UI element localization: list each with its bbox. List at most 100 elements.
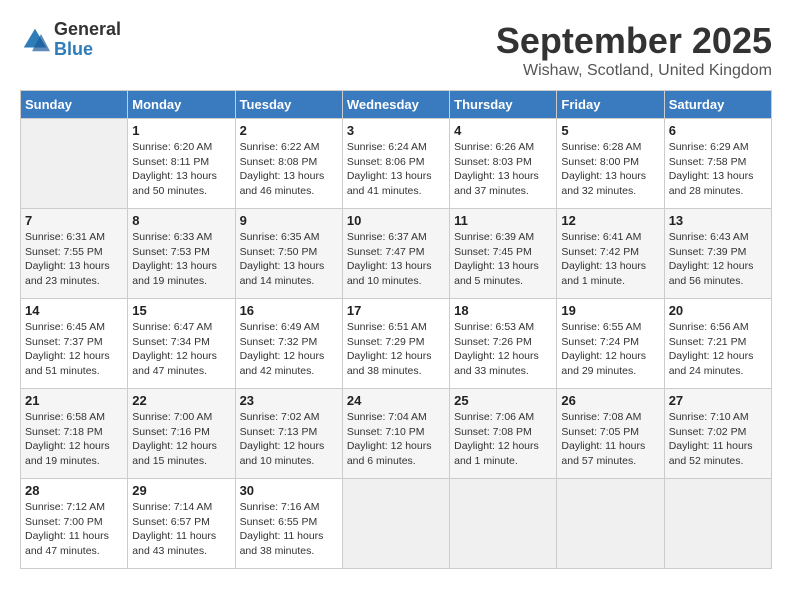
logo-blue: Blue: [54, 40, 121, 60]
calendar-cell: 9Sunrise: 6:35 AMSunset: 7:50 PMDaylight…: [235, 209, 342, 299]
day-info: Sunrise: 6:53 AMSunset: 7:26 PMDaylight:…: [454, 320, 552, 379]
calendar-cell: [450, 479, 557, 569]
day-info: Sunrise: 7:02 AMSunset: 7:13 PMDaylight:…: [240, 410, 338, 469]
day-info: Sunrise: 6:58 AMSunset: 7:18 PMDaylight:…: [25, 410, 123, 469]
day-info: Sunrise: 6:45 AMSunset: 7:37 PMDaylight:…: [25, 320, 123, 379]
calendar-cell: [557, 479, 664, 569]
day-info: Sunrise: 6:24 AMSunset: 8:06 PMDaylight:…: [347, 140, 445, 199]
day-info: Sunrise: 6:56 AMSunset: 7:21 PMDaylight:…: [669, 320, 767, 379]
day-number: 18: [454, 303, 552, 318]
calendar-cell: 1 Sunrise: 6:20 AMSunset: 8:11 PMDaylight…: [128, 119, 235, 209]
calendar-cell: [664, 479, 771, 569]
calendar-cell: 29Sunrise: 7:14 AMSunset: 6:57 PMDayligh…: [128, 479, 235, 569]
calendar-cell: [342, 479, 449, 569]
calendar-cell: 22 Sunrise: 7:00 AMSunset: 7:16 PMDayligh…: [128, 389, 235, 479]
day-number: 11: [454, 213, 552, 228]
weekday-header-thursday: Thursday: [450, 91, 557, 119]
day-number: 26: [561, 393, 659, 408]
day-info: Sunrise: 6:31 AMSunset: 7:55 PMDaylight:…: [25, 230, 123, 289]
weekday-header-sunday: Sunday: [21, 91, 128, 119]
page-header: General Blue September 2025 Wishaw, Scot…: [20, 20, 772, 80]
weekday-header-monday: Monday: [128, 91, 235, 119]
calendar-cell: 3 Sunrise: 6:24 AMSunset: 8:06 PMDaylight…: [342, 119, 449, 209]
day-number: 28: [25, 483, 123, 498]
weekday-header-tuesday: Tuesday: [235, 91, 342, 119]
day-info: Sunrise: 6:33 AMSunset: 7:53 PMDaylight:…: [132, 230, 230, 289]
day-info: Sunrise: 6:55 AMSunset: 7:24 PMDaylight:…: [561, 320, 659, 379]
day-info: Sunrise: 6:49 AMSunset: 7:32 PMDaylight:…: [240, 320, 338, 379]
day-number: 6: [669, 123, 767, 138]
day-number: 27: [669, 393, 767, 408]
day-number: 23: [240, 393, 338, 408]
logo-icon: [20, 25, 50, 55]
calendar-week-row: 21Sunrise: 6:58 AMSunset: 7:18 PMDayligh…: [21, 389, 772, 479]
day-info: Sunrise: 6:29 AMSunset: 7:58 PMDaylight:…: [669, 140, 767, 199]
day-info: Sunrise: 7:12 AMSunset: 7:00 PMDaylight:…: [25, 500, 123, 559]
calendar-cell: 6 Sunrise: 6:29 AMSunset: 7:58 PMDaylight…: [664, 119, 771, 209]
calendar-cell: 7 Sunrise: 6:31 AMSunset: 7:55 PMDaylight…: [21, 209, 128, 299]
calendar-week-row: 14 Sunrise: 6:45 AMSunset: 7:37 PMDayligh…: [21, 299, 772, 389]
weekday-header-saturday: Saturday: [664, 91, 771, 119]
calendar-cell: [21, 119, 128, 209]
day-number: 8: [132, 213, 230, 228]
day-number: 15: [132, 303, 230, 318]
day-number: 4: [454, 123, 552, 138]
day-number: 13: [669, 213, 767, 228]
calendar-week-row: 1 Sunrise: 6:20 AMSunset: 8:11 PMDaylight…: [21, 119, 772, 209]
calendar-cell: 5Sunrise: 6:28 AMSunset: 8:00 PMDaylight…: [557, 119, 664, 209]
calendar-cell: 21Sunrise: 6:58 AMSunset: 7:18 PMDayligh…: [21, 389, 128, 479]
title-block: September 2025 Wishaw, Scotland, United …: [496, 20, 772, 80]
day-info: Sunrise: 6:51 AMSunset: 7:29 PMDaylight:…: [347, 320, 445, 379]
day-info: Sunrise: 6:47 AMSunset: 7:34 PMDaylight:…: [132, 320, 230, 379]
calendar-cell: 8 Sunrise: 6:33 AMSunset: 7:53 PMDaylight…: [128, 209, 235, 299]
day-info: Sunrise: 6:22 AMSunset: 8:08 PMDaylight:…: [240, 140, 338, 199]
day-number: 30: [240, 483, 338, 498]
day-number: 7: [25, 213, 123, 228]
calendar-table: SundayMondayTuesdayWednesdayThursdayFrid…: [20, 90, 772, 569]
calendar-cell: 25Sunrise: 7:06 AMSunset: 7:08 PMDayligh…: [450, 389, 557, 479]
day-number: 3: [347, 123, 445, 138]
calendar-cell: 17Sunrise: 6:51 AMSunset: 7:29 PMDayligh…: [342, 299, 449, 389]
logo-text: General Blue: [54, 20, 121, 60]
location-subtitle: Wishaw, Scotland, United Kingdom: [496, 62, 772, 80]
day-number: 22: [132, 393, 230, 408]
calendar-cell: 16Sunrise: 6:49 AMSunset: 7:32 PMDayligh…: [235, 299, 342, 389]
day-number: 12: [561, 213, 659, 228]
weekday-header-friday: Friday: [557, 91, 664, 119]
calendar-cell: 11Sunrise: 6:39 AMSunset: 7:45 PMDayligh…: [450, 209, 557, 299]
day-info: Sunrise: 7:04 AMSunset: 7:10 PMDaylight:…: [347, 410, 445, 469]
day-number: 5: [561, 123, 659, 138]
calendar-cell: 2 Sunrise: 6:22 AMSunset: 8:08 PMDaylight…: [235, 119, 342, 209]
calendar-cell: 26 Sunrise: 7:08 AMSunset: 7:05 PMDayligh…: [557, 389, 664, 479]
day-info: Sunrise: 7:16 AMSunset: 6:55 PMDaylight:…: [240, 500, 338, 559]
day-info: Sunrise: 7:08 AMSunset: 7:05 PMDaylight:…: [561, 410, 659, 469]
logo-general: General: [54, 20, 121, 40]
day-number: 10: [347, 213, 445, 228]
calendar-cell: 14 Sunrise: 6:45 AMSunset: 7:37 PMDayligh…: [21, 299, 128, 389]
day-number: 19: [561, 303, 659, 318]
day-number: 25: [454, 393, 552, 408]
calendar-cell: 19 Sunrise: 6:55 AMSunset: 7:24 PMDayligh…: [557, 299, 664, 389]
calendar-cell: 10Sunrise: 6:37 AMSunset: 7:47 PMDayligh…: [342, 209, 449, 299]
day-number: 2: [240, 123, 338, 138]
month-title: September 2025: [496, 20, 772, 62]
day-number: 20: [669, 303, 767, 318]
calendar-cell: 27 Sunrise: 7:10 AMSunset: 7:02 PMDayligh…: [664, 389, 771, 479]
calendar-cell: 28 Sunrise: 7:12 AMSunset: 7:00 PMDayligh…: [21, 479, 128, 569]
day-info: Sunrise: 6:20 AMSunset: 8:11 PMDaylight:…: [132, 140, 230, 199]
calendar-cell: 12 Sunrise: 6:41 AMSunset: 7:42 PMDayligh…: [557, 209, 664, 299]
day-info: Sunrise: 7:10 AMSunset: 7:02 PMDaylight:…: [669, 410, 767, 469]
logo: General Blue: [20, 20, 121, 60]
day-info: Sunrise: 6:43 AMSunset: 7:39 PMDaylight:…: [669, 230, 767, 289]
day-number: 14: [25, 303, 123, 318]
day-info: Sunrise: 7:14 AMSunset: 6:57 PMDaylight:…: [132, 500, 230, 559]
day-info: Sunrise: 6:41 AMSunset: 7:42 PMDaylight:…: [561, 230, 659, 289]
calendar-week-row: 28 Sunrise: 7:12 AMSunset: 7:00 PMDayligh…: [21, 479, 772, 569]
day-number: 1: [132, 123, 230, 138]
day-info: Sunrise: 6:35 AMSunset: 7:50 PMDaylight:…: [240, 230, 338, 289]
day-info: Sunrise: 7:00 AMSunset: 7:16 PMDaylight:…: [132, 410, 230, 469]
calendar-cell: 15 Sunrise: 6:47 AMSunset: 7:34 PMDayligh…: [128, 299, 235, 389]
day-number: 24: [347, 393, 445, 408]
calendar-cell: 13 Sunrise: 6:43 AMSunset: 7:39 PMDayligh…: [664, 209, 771, 299]
calendar-cell: 18 Sunrise: 6:53 AMSunset: 7:26 PMDayligh…: [450, 299, 557, 389]
